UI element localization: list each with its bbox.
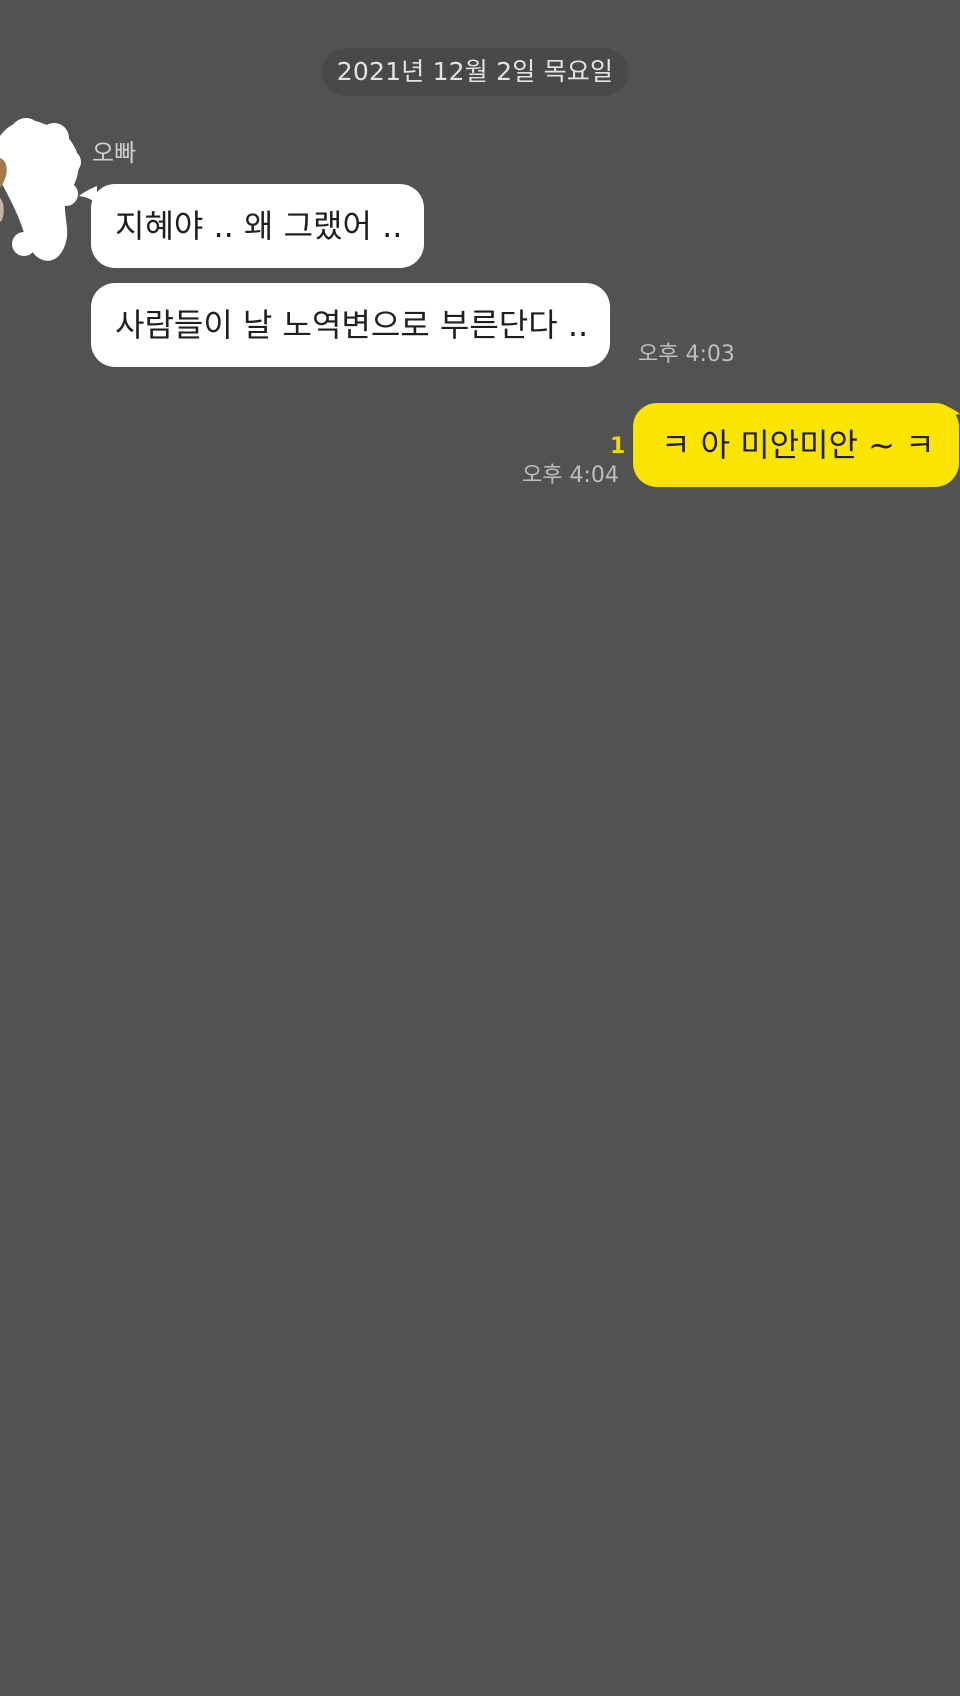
message-time: 오후 4:03 — [638, 342, 735, 367]
incoming-message-text: 사람들이 날 노역변으로 부른단다 .. — [115, 306, 589, 344]
unread-count: 1 — [610, 434, 626, 459]
outgoing-message-text: ㅋ 아 미안미안 ~ ㅋ — [661, 426, 935, 464]
incoming-message-text: 지혜야 .. 왜 그랬어 .. — [115, 207, 403, 245]
sender-name: 오빠 — [92, 139, 137, 167]
chat-screen: 2021년 12월 2일 목요일 오빠 지혜야 .. 왜 그랬어 .. 사람들이… — [0, 0, 960, 1696]
date-divider: 2021년 12월 2일 목요일 — [322, 48, 628, 96]
incoming-message-bubble[interactable]: 지혜야 .. 왜 그랬어 .. — [91, 184, 425, 268]
incoming-message-bubble[interactable]: 사람들이 날 노역변으로 부른단다 .. — [91, 283, 611, 367]
outgoing-message-bubble[interactable]: ㅋ 아 미안미안 ~ ㅋ — [633, 403, 959, 487]
blurred-profile-photo-icon[interactable] — [0, 116, 84, 262]
outgoing-bubble-tail — [942, 404, 960, 422]
message-time: 오후 4:04 — [522, 463, 619, 488]
